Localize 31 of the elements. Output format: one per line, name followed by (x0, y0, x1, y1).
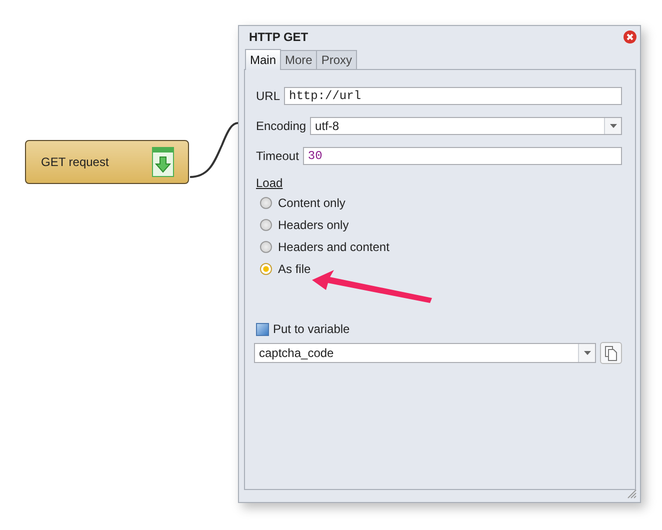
radio-button[interactable] (260, 197, 272, 209)
action-node[interactable]: GET request (25, 140, 189, 184)
copy-icon (605, 346, 617, 360)
download-icon (152, 147, 174, 177)
field-label: Timeout (256, 149, 299, 163)
radio-label: Headers only (278, 218, 349, 232)
checkbox-label: Put to variable (273, 322, 350, 336)
radio-label: Content only (278, 196, 346, 210)
section-label: Load (256, 176, 283, 190)
radio-button[interactable] (260, 241, 272, 253)
radio-button[interactable] (260, 263, 272, 275)
tab[interactable]: More (280, 50, 318, 69)
variable-dropdown[interactable]: captcha_code (254, 343, 596, 363)
checkbox[interactable] (256, 322, 269, 336)
caret-icon (610, 124, 616, 128)
resize-grip-icon[interactable] (627, 489, 637, 499)
tab[interactable]: Proxy (316, 50, 358, 69)
radio-label: Headers and content (278, 240, 390, 254)
field-label: URL (256, 89, 280, 103)
node-label: GET request (41, 155, 109, 169)
close-icon[interactable] (623, 30, 637, 44)
input-field[interactable]: 30 (302, 147, 622, 165)
copy-button[interactable] (600, 342, 622, 364)
radio-label: As file (278, 262, 311, 276)
encoding-dropdown[interactable]: utf-8 (310, 117, 622, 135)
caret-icon (584, 351, 590, 355)
tab[interactable]: Main (245, 49, 282, 70)
input-field[interactable]: http://url (284, 87, 622, 105)
field-label: Encoding (256, 119, 306, 133)
window-title: HTTP GET (249, 30, 308, 44)
radio-button[interactable] (260, 219, 272, 231)
